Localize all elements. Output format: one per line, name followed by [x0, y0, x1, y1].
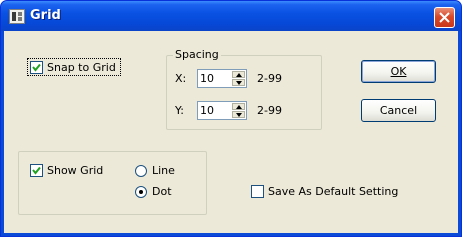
show-grid-group	[18, 151, 207, 215]
y-spacing-value[interactable]: 10	[200, 104, 214, 117]
line-radio[interactable]	[135, 165, 147, 177]
ok-button-label: OK	[390, 65, 407, 78]
y-range-label: 2-99	[257, 104, 282, 117]
dialog-body: Snap to Grid Spacing X: 10 2-99 Y: 10 2-…	[4, 31, 458, 233]
close-icon	[439, 12, 450, 23]
arrow-up-icon	[236, 105, 242, 109]
check-icon	[32, 63, 41, 72]
spacing-legend: Spacing	[173, 48, 221, 61]
grid-dialog-window: Grid Snap to Grid Spacing X: 10 2-99 Y:	[0, 0, 462, 237]
check-icon	[32, 166, 41, 175]
window-title: Grid	[30, 8, 61, 23]
cancel-button-label: Cancel	[379, 104, 418, 117]
x-label: X:	[175, 72, 187, 85]
x-spin-down[interactable]	[232, 79, 245, 86]
ok-button[interactable]: OK	[361, 60, 436, 83]
x-spin-up[interactable]	[232, 71, 245, 78]
line-radio-label: Line	[152, 164, 175, 177]
y-spin-down[interactable]	[232, 111, 245, 118]
y-spin-up[interactable]	[232, 103, 245, 110]
close-button[interactable]	[434, 7, 455, 28]
y-spacing-spinner[interactable]: 10	[197, 101, 247, 120]
cancel-button[interactable]: Cancel	[361, 99, 436, 122]
arrow-down-icon	[236, 113, 242, 117]
arrow-down-icon	[236, 81, 242, 85]
dot-radio-label: Dot	[152, 185, 172, 198]
x-range-label: 2-99	[257, 72, 282, 85]
title-bar[interactable]: Grid	[1, 1, 461, 31]
save-default-label: Save As Default Setting	[268, 185, 399, 198]
snap-to-grid-checkbox[interactable]	[30, 61, 43, 74]
show-grid-label: Show Grid	[47, 164, 104, 177]
grid-app-icon	[9, 9, 25, 24]
x-spacing-value[interactable]: 10	[200, 72, 214, 85]
x-spacing-spinner[interactable]: 10	[197, 69, 247, 88]
show-grid-checkbox[interactable]	[30, 164, 43, 177]
snap-to-grid-label: Snap to Grid	[47, 61, 116, 74]
save-default-checkbox[interactable]	[251, 185, 264, 198]
arrow-up-icon	[236, 73, 242, 77]
dot-radio[interactable]	[135, 186, 147, 198]
y-label: Y:	[175, 104, 184, 117]
